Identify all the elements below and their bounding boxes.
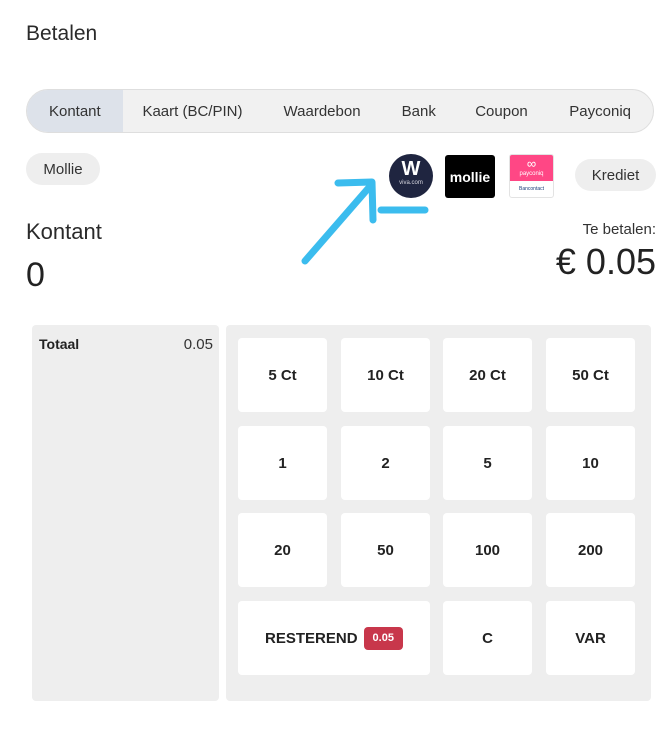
clear-button[interactable]: C: [443, 601, 532, 675]
keypad: 5 Ct 10 Ct 20 Ct 50 Ct 1 2 5 10 20 50 10…: [226, 325, 651, 701]
totals-panel: Totaal 0.05: [32, 325, 219, 701]
key-5[interactable]: 5: [443, 426, 532, 500]
key-20ct[interactable]: 20 Ct: [443, 338, 532, 412]
key-2[interactable]: 2: [341, 426, 430, 500]
key-5ct[interactable]: 5 Ct: [238, 338, 327, 412]
var-button[interactable]: VAR: [546, 601, 635, 675]
key-200[interactable]: 200: [546, 513, 635, 587]
remaining-button[interactable]: RESTEREND 0.05: [238, 601, 430, 675]
total-value: 0.05: [183, 336, 213, 353]
total-label: Totaal: [39, 336, 80, 352]
remaining-label: RESTEREND: [265, 629, 358, 647]
key-1[interactable]: 1: [238, 426, 327, 500]
amount-due-label: Te betalen:: [582, 221, 656, 238]
amount-due-value: € 0.05: [555, 241, 656, 282]
remaining-badge: 0.05: [363, 626, 403, 650]
key-100[interactable]: 100: [443, 513, 532, 587]
key-10ct[interactable]: 10 Ct: [341, 338, 430, 412]
key-50ct[interactable]: 50 Ct: [546, 338, 635, 412]
key-50[interactable]: 50: [341, 513, 430, 587]
key-10[interactable]: 10: [546, 426, 635, 500]
entered-amount: 0: [26, 256, 45, 294]
payment-method-label: Kontant: [26, 219, 102, 244]
key-20[interactable]: 20: [238, 513, 327, 587]
